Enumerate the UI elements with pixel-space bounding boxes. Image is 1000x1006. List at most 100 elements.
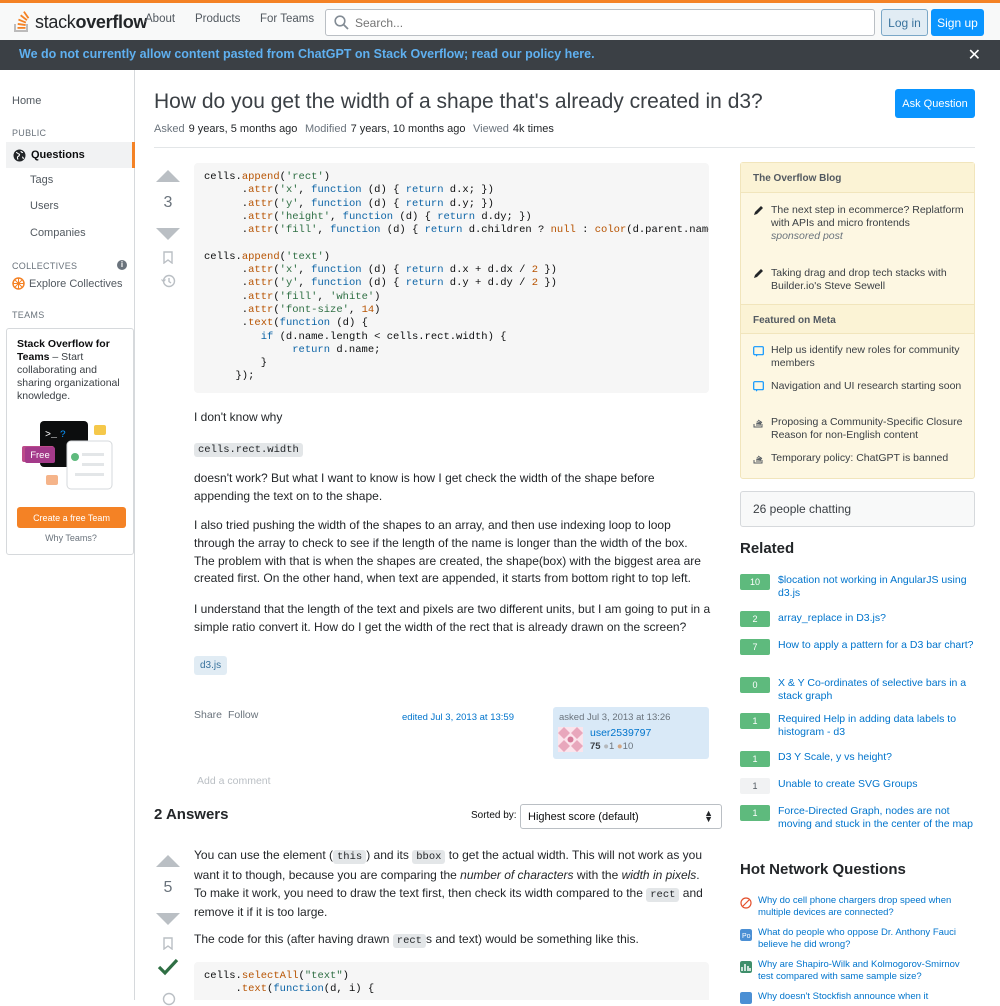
- related-score-badge: 1: [740, 778, 770, 794]
- nav-about[interactable]: About: [145, 13, 175, 25]
- question-paragraph: I don't know why: [194, 410, 283, 424]
- bookmark-icon[interactable]: [163, 251, 173, 264]
- sort-select[interactable]: Highest score (default) ▲ ▼: [520, 804, 722, 829]
- teams-promo: Stack Overflow for Teams – Start collabo…: [6, 328, 134, 555]
- bookmark-icon[interactable]: [163, 937, 173, 950]
- search-input[interactable]: [355, 15, 855, 30]
- chat-widget[interactable]: 26 people chatting: [740, 491, 975, 527]
- hot-question-link[interactable]: What do people who oppose Dr. Anthony Fa…: [758, 927, 975, 951]
- blog-item-link[interactable]: Taking drag and drop tech stacks with Bu…: [771, 267, 967, 293]
- search-box[interactable]: [325, 9, 875, 36]
- related-question-link[interactable]: Force-Directed Graph, nodes are not movi…: [778, 805, 975, 831]
- chat-bubble-icon: [753, 346, 764, 357]
- free-badge: Free: [25, 447, 55, 463]
- related-score-badge: 1: [740, 713, 770, 729]
- sidebar-item-home[interactable]: Home: [12, 95, 41, 107]
- tag-d3js[interactable]: d3.js: [194, 656, 228, 675]
- question-inline-code-line: cells.rect.width: [194, 440, 303, 460]
- sidebar-item-questions[interactable]: Questions: [6, 142, 135, 168]
- answers-heading: 2 Answers: [154, 806, 229, 823]
- top-bar: stackoverflow About Products For Teams L…: [0, 0, 1000, 40]
- user-name[interactable]: user2539797: [590, 727, 651, 739]
- chess-site-icon: [740, 992, 752, 1004]
- avatar[interactable]: [558, 727, 583, 752]
- globe-icon: [13, 149, 26, 161]
- signup-button[interactable]: Sign up: [931, 9, 984, 36]
- question-code-block: cells.append('rect') .attr('x', function…: [194, 163, 709, 393]
- related-question-link[interactable]: Unable to create SVG Groups: [778, 778, 975, 791]
- nav-products[interactable]: Products: [195, 13, 240, 25]
- sidebar-heading-collectives: COLLECTIVES: [12, 261, 78, 271]
- blog-item-link[interactable]: The next step in ecommerce? Replatform w…: [771, 204, 967, 243]
- sidebar-heading-teams: TEAMS: [12, 310, 45, 320]
- sidebar-item-tags[interactable]: Tags: [30, 174, 53, 186]
- blog-widget: The Overflow Blog The next step in ecomm…: [740, 162, 975, 479]
- answer-paragraph: You can use the element (this) and its b…: [194, 848, 703, 920]
- related-question-link[interactable]: $location not working in AngularJS using…: [778, 574, 975, 600]
- hot-question-link[interactable]: Why do cell phone chargers drop speed wh…: [758, 895, 975, 919]
- close-icon[interactable]: ✕: [968, 45, 981, 65]
- stats-site-icon: [740, 961, 752, 973]
- related-score-badge: 1: [740, 751, 770, 767]
- why-teams-link[interactable]: Why Teams?: [7, 533, 135, 543]
- related-score-badge: 2: [740, 611, 770, 627]
- related-question-link[interactable]: Required Help in adding data labels to h…: [778, 713, 975, 739]
- answer-paragraph: The code for this (after having drawn re…: [194, 932, 639, 948]
- meta-item-link[interactable]: Proposing a Community-Specific Closure R…: [771, 416, 967, 442]
- meta-item-link[interactable]: Help us identify new roles for community…: [771, 344, 967, 370]
- logo-wordmark: stackoverflow: [35, 11, 148, 32]
- sidebar-item-companies[interactable]: Companies: [30, 227, 86, 239]
- divider: [154, 147, 975, 148]
- related-score-badge: 1: [740, 805, 770, 821]
- upvote-button[interactable]: [156, 855, 180, 867]
- blog-heading: The Overflow Blog: [741, 163, 974, 193]
- related-heading: Related: [740, 540, 795, 557]
- edited-link[interactable]: edited Jul 3, 2013 at 13:59: [402, 712, 514, 723]
- info-icon[interactable]: i: [117, 260, 127, 270]
- share-link[interactable]: Share: [194, 709, 222, 721]
- collectives-icon: [12, 277, 25, 290]
- user-reputation: 75 ●1 ●10: [590, 741, 634, 752]
- related-question-link[interactable]: array_replace in D3.js?: [778, 612, 975, 625]
- inline-code: cells.rect.width: [194, 443, 303, 457]
- question-title[interactable]: How do you get the width of a shape that…: [154, 90, 763, 114]
- viewed-meta: Viewed 4k times: [473, 123, 554, 135]
- pencil-icon: [754, 269, 763, 278]
- history-icon[interactable]: [161, 992, 176, 1006]
- ask-question-button[interactable]: Ask Question: [895, 89, 975, 118]
- search-icon: [334, 15, 349, 30]
- answer-score: 5: [163, 879, 173, 896]
- downvote-button[interactable]: [156, 913, 180, 925]
- create-team-button[interactable]: Create a free Team: [17, 507, 126, 528]
- add-comment-link[interactable]: Add a comment: [197, 775, 271, 787]
- modified-meta: Modified 7 years, 10 months ago: [305, 123, 466, 135]
- meta-item-link[interactable]: Temporary policy: ChatGPT is banned: [771, 452, 967, 465]
- politics-site-icon: Po: [740, 929, 752, 941]
- upvote-button[interactable]: [156, 170, 180, 182]
- related-question-link[interactable]: D3 Y Scale, y vs height?: [778, 751, 975, 764]
- hot-question-link[interactable]: Why are Shapiro-Wilk and Kolmogorov-Smir…: [758, 959, 975, 983]
- follow-link[interactable]: Follow: [228, 709, 258, 721]
- login-button[interactable]: Log in: [881, 9, 928, 36]
- question-paragraph: I understand that the length of the text…: [194, 602, 711, 634]
- related-score-badge: 10: [740, 574, 770, 590]
- inline-code: this: [332, 850, 367, 864]
- sidebar-item-explore-collectives[interactable]: Explore Collectives: [12, 277, 123, 290]
- stack-icon: [14, 11, 30, 32]
- related-score-badge: 0: [740, 677, 770, 693]
- related-question-link[interactable]: X & Y Co-ordinates of selective bars in …: [778, 677, 975, 703]
- policy-banner-link[interactable]: We do not currently allow content pasted…: [19, 47, 595, 61]
- nav-for-teams[interactable]: For Teams: [260, 13, 314, 25]
- sidebar-heading-public: PUBLIC: [12, 128, 47, 138]
- teams-promo-text: Stack Overflow for Teams – Start collabo…: [17, 338, 120, 402]
- svg-text:>_: >_: [45, 430, 58, 441]
- history-icon[interactable]: [161, 274, 176, 288]
- stackoverflow-logo[interactable]: stackoverflow: [12, 9, 147, 35]
- svg-text:?: ?: [60, 430, 66, 441]
- hot-question-link[interactable]: Why doesn't Stockfish announce when it: [758, 991, 975, 1003]
- inline-code: bbox: [412, 850, 446, 864]
- related-question-link[interactable]: How to apply a pattern for a D3 bar char…: [778, 639, 975, 652]
- sidebar-item-users[interactable]: Users: [30, 200, 59, 212]
- downvote-button[interactable]: [156, 228, 180, 240]
- meta-item-link[interactable]: Navigation and UI research starting soon: [771, 380, 967, 393]
